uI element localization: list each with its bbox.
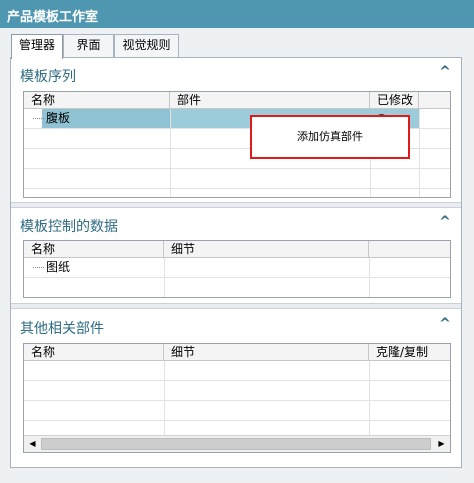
column-header-modified[interactable]: 已修改	[370, 92, 419, 109]
section-header-template-sequence[interactable]: 模板序列 ^	[11, 61, 461, 87]
table-row	[24, 401, 450, 421]
arrow-right-icon[interactable]: ▶	[434, 437, 449, 451]
other-related-parts-table[interactable]: 名称 细节 克隆/复制 ◀ ▶	[23, 343, 451, 453]
tree-connector	[33, 118, 44, 119]
column-header-name[interactable]: 名称	[24, 241, 164, 258]
table-row	[24, 421, 450, 436]
section-header-template-controlled-data[interactable]: 模板控制的数据 ^	[11, 211, 461, 237]
table-row	[24, 169, 450, 189]
table-row	[24, 361, 450, 381]
column-header-name[interactable]: 名称	[24, 344, 164, 361]
arrow-left-icon[interactable]: ◀	[25, 437, 40, 451]
column-header-empty[interactable]	[369, 241, 450, 258]
table-row	[24, 278, 450, 297]
row-name: 图纸	[46, 260, 71, 274]
template-controlled-data-table[interactable]: 名称 细节 图纸	[23, 240, 451, 298]
table-row[interactable]: 图纸	[24, 258, 450, 278]
table-header: 名称 部件 已修改	[24, 92, 450, 109]
column-header-detail[interactable]: 细节	[164, 344, 369, 361]
tree-connector	[33, 267, 44, 268]
section-header-other-related-parts[interactable]: 其他相关部件 ^	[11, 313, 461, 339]
tree-node: 图纸	[33, 258, 70, 278]
section-title: 模板控制的数据	[20, 219, 118, 235]
chevron-up-icon[interactable]: ^	[437, 316, 453, 332]
section-title: 模板序列	[20, 69, 76, 85]
tab-interface[interactable]: 界面	[63, 34, 114, 57]
chevron-up-icon[interactable]: ^	[437, 64, 453, 80]
tree-node: 腹板	[33, 109, 70, 129]
add-simulation-part-menu-item[interactable]: 添加仿真部件	[250, 115, 410, 159]
section-separator	[11, 202, 461, 208]
table-header: 名称 细节	[24, 241, 450, 258]
section-title: 其他相关部件	[20, 321, 104, 337]
column-header-detail[interactable]: 细节	[164, 241, 369, 258]
window-title: 产品模板工作室	[0, 0, 474, 28]
table-row	[24, 381, 450, 401]
tab-manager[interactable]: 管理器	[11, 34, 63, 59]
horizontal-scrollbar[interactable]: ◀ ▶	[24, 435, 450, 452]
scrollbar-thumb[interactable]	[41, 438, 431, 450]
tab-visual-rules[interactable]: 视觉规则	[114, 34, 179, 57]
table-header: 名称 细节 克隆/复制	[24, 344, 450, 361]
column-header-name[interactable]: 名称	[24, 92, 170, 109]
column-header-part[interactable]: 部件	[170, 92, 370, 109]
chevron-up-icon[interactable]: ^	[437, 214, 453, 230]
row-name: 腹板	[46, 111, 71, 125]
section-separator	[11, 303, 461, 309]
column-header-clone-copy[interactable]: 克隆/复制	[369, 344, 450, 361]
